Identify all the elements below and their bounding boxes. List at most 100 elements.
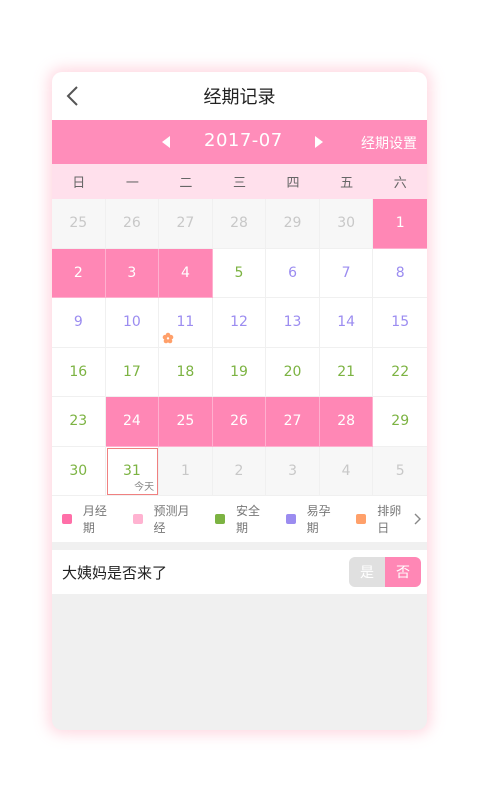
calendar-day[interactable]: 15 — [373, 298, 427, 348]
day-number: 29 — [283, 215, 302, 232]
calendar-day[interactable]: 5 — [373, 446, 427, 496]
day-number: 17 — [122, 363, 141, 380]
period-settings-button[interactable]: 经期设置 — [361, 133, 417, 153]
legend-label: 安全期 — [236, 504, 261, 535]
calendar-day[interactable]: 16 — [52, 347, 106, 397]
legend-swatch — [62, 514, 72, 524]
month-label: 2017-07 — [204, 130, 283, 151]
day-number: 21 — [337, 363, 356, 380]
calendar-day[interactable]: 21 — [319, 347, 374, 397]
period-started-row: 大姨妈是否来了 是 否 — [52, 550, 427, 594]
day-number: 23 — [69, 413, 88, 430]
weekday-mon: 一 — [125, 176, 139, 191]
day-number: 11 — [176, 314, 195, 331]
calendar-day[interactable]: 25 — [159, 397, 213, 447]
day-number: 5 — [234, 264, 244, 281]
page-title: 经期记录 — [203, 87, 276, 108]
calendar-day[interactable]: 22 — [373, 348, 427, 397]
day-number: 14 — [337, 314, 356, 331]
legend-label: 月经期 — [82, 504, 107, 535]
calendar-day[interactable]: 13 — [266, 298, 320, 348]
calendar-day[interactable]: 26 — [212, 397, 267, 447]
calendar-day[interactable]: 9 — [52, 298, 106, 348]
no-button[interactable]: 否 — [385, 557, 421, 587]
calendar-day[interactable]: 30 — [319, 199, 374, 249]
app-screen: 经期记录 2017-07 经期设置 日 一 二 三 四 五 六 25 26 27 28… — [52, 72, 427, 730]
day-number: 6 — [288, 264, 298, 281]
calendar-day[interactable]: 2 — [52, 248, 106, 298]
calendar-day[interactable]: 29 — [373, 397, 427, 447]
calendar-day[interactable]: 23 — [52, 397, 106, 447]
calendar-day[interactable]: 24 — [105, 397, 160, 447]
calendar-day[interactable]: 2 — [212, 446, 267, 496]
calendar-day[interactable]: 14 — [319, 298, 374, 348]
weekday-wed: 三 — [232, 176, 246, 191]
day-number: 26 — [122, 215, 141, 232]
day-number: 30 — [69, 462, 88, 479]
legend-item-period: 月经期 — [62, 502, 119, 536]
calendar-day[interactable]: 26 — [105, 199, 160, 249]
day-number: 4 — [341, 462, 351, 479]
yes-button[interactable]: 是 — [349, 557, 385, 587]
period-started-question: 大姨妈是否来了 — [62, 563, 168, 582]
day-number: 22 — [391, 363, 410, 380]
prev-month-icon[interactable] — [160, 135, 172, 149]
calendar-day[interactable]: 12 — [212, 298, 267, 348]
day-number: 28 — [230, 215, 248, 232]
calendar-day[interactable]: 30 — [52, 446, 106, 496]
weekday-tue: 二 — [179, 176, 193, 191]
calendar-day[interactable]: 10 — [105, 298, 160, 348]
calendar-day[interactable]: 6 — [266, 248, 320, 298]
weekday-fri: 五 — [340, 176, 354, 191]
legend-label: 易孕期 — [306, 504, 331, 535]
month-bar: 2017-07 经期设置 — [52, 120, 427, 164]
calendar-day[interactable]: 7 — [319, 248, 374, 298]
calendar-day[interactable]: 27 — [159, 199, 213, 249]
calendar-day[interactable]: 1 — [159, 446, 213, 496]
day-number: 19 — [230, 363, 248, 380]
legend-swatch — [132, 514, 143, 524]
day-number: 26 — [230, 413, 248, 430]
day-number: 2 — [73, 264, 83, 281]
day-number: 27 — [176, 215, 195, 232]
chevron-right-icon[interactable] — [413, 513, 421, 525]
day-number: 15 — [391, 314, 410, 331]
calendar-day[interactable]: 27 — [266, 397, 320, 447]
back-arrow-icon[interactable] — [62, 84, 84, 108]
day-number: 30 — [337, 215, 356, 232]
legend-item-safe: 安全期 — [215, 502, 272, 536]
day-number: 4 — [180, 264, 190, 281]
calendar-day[interactable]: 28 — [212, 199, 267, 249]
day-number: 5 — [395, 462, 405, 479]
day-number: 12 — [230, 314, 248, 331]
calendar-day[interactable]: 11 — [159, 298, 213, 348]
calendar-day[interactable]: 1 — [373, 199, 427, 249]
day-number: 24 — [122, 413, 141, 430]
calendar-day[interactable]: 18 — [159, 347, 213, 397]
legend-swatch — [356, 514, 367, 524]
legend-item-ovulation: 排卵日 — [356, 502, 413, 536]
calendar-day[interactable]: 19 — [212, 347, 267, 397]
calendar-day[interactable]: 28 — [319, 397, 374, 447]
legend-swatch — [285, 514, 296, 524]
calendar-day[interactable]: 4 — [319, 446, 374, 496]
header: 经期记录 — [52, 72, 427, 120]
calendar-day[interactable]: 8 — [373, 249, 427, 298]
calendar-day[interactable]: 25 — [52, 199, 106, 249]
calendar-day[interactable]: 5 — [212, 248, 267, 298]
day-number: 1 — [395, 215, 405, 232]
calendar-day[interactable]: 20 — [266, 347, 320, 397]
calendar-day-today[interactable]: 31 今天 — [105, 446, 160, 496]
calendar-day[interactable]: 4 — [159, 248, 213, 298]
legend-label: 预测月经 — [153, 504, 190, 535]
day-number: 8 — [395, 264, 405, 281]
calendar-day[interactable]: 17 — [105, 347, 160, 397]
calendar-day[interactable]: 3 — [105, 248, 160, 298]
legend-item-fertile: 易孕期 — [285, 502, 343, 536]
calendar-day[interactable]: 29 — [266, 199, 320, 249]
ovulation-flower-icon — [162, 332, 174, 343]
next-month-icon[interactable] — [313, 135, 325, 149]
day-number: 16 — [69, 363, 88, 380]
calendar-day[interactable]: 3 — [266, 446, 320, 496]
weekday-sat: 六 — [393, 176, 407, 191]
